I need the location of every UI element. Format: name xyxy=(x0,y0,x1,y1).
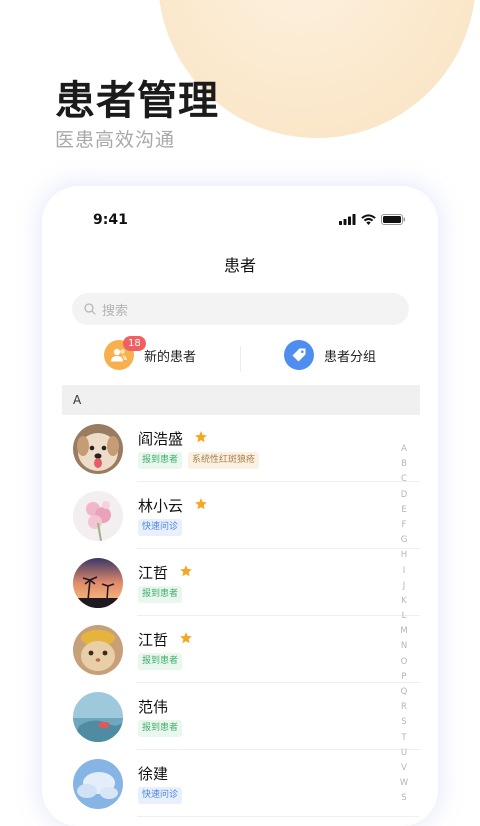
patient-list: 阎浩盛 报到患者 系统性红斑狼疮 林小云 快速问诊 江哲 报到患者 江哲 报到患… xyxy=(42,415,438,817)
star-icon[interactable] xyxy=(194,430,208,444)
index-letter[interactable]: C xyxy=(398,472,410,487)
battery-icon xyxy=(381,214,405,225)
patient-name: 阎浩盛 xyxy=(138,430,184,448)
avatar xyxy=(73,558,123,608)
new-patients-button[interactable]: 18 新的患者 xyxy=(104,336,197,370)
avatar xyxy=(73,692,123,742)
tag-label: 报到患者 xyxy=(138,452,183,469)
alphabet-index[interactable]: ABCDEFGHIJKLMNOPQRSTUVWS xyxy=(398,442,410,807)
index-letter[interactable]: S xyxy=(398,715,410,730)
index-letter[interactable]: K xyxy=(398,594,410,609)
hero-subtitle: 医患高效沟通 xyxy=(55,129,176,151)
avatar xyxy=(73,759,123,809)
index-letter[interactable]: G xyxy=(398,533,410,548)
patient-groups-label: 患者分组 xyxy=(324,349,377,365)
nav-title: 患者 xyxy=(223,256,256,275)
patient-groups-button[interactable]: 患者分组 xyxy=(284,340,376,370)
index-letter[interactable]: J xyxy=(398,579,410,594)
tag-label: 报到患者 xyxy=(138,720,183,737)
search-placeholder: 搜索 xyxy=(102,303,129,319)
avatar xyxy=(73,491,123,541)
patient-row[interactable]: 江哲 报到患者 xyxy=(42,616,438,683)
patient-name: 江哲 xyxy=(138,631,169,649)
tag-label: 系统性红斑狼疮 xyxy=(188,452,260,469)
tag-label: 快速问诊 xyxy=(138,787,183,804)
index-letter[interactable]: W xyxy=(398,776,410,791)
index-letter[interactable]: A xyxy=(398,442,410,457)
new-patients-label: 新的患者 xyxy=(144,349,197,365)
tag-label: 快速问诊 xyxy=(138,519,183,536)
avatar xyxy=(73,424,123,474)
index-letter[interactable]: N xyxy=(398,639,410,654)
status-time: 9:41 xyxy=(93,212,128,228)
patient-name: 林小云 xyxy=(138,497,184,515)
index-letter[interactable]: U xyxy=(398,746,410,761)
index-letter[interactable]: S xyxy=(398,791,410,806)
avatar xyxy=(73,625,123,675)
signal-icon xyxy=(339,214,356,225)
index-letter[interactable]: I xyxy=(398,564,410,579)
search-icon xyxy=(84,303,96,315)
status-bar: 9:41 xyxy=(42,186,438,246)
tag-label: 报到患者 xyxy=(138,653,183,670)
section-header-a: A xyxy=(62,385,420,415)
tag-label: 报到患者 xyxy=(138,586,183,603)
search-input[interactable]: 搜索 xyxy=(72,293,409,325)
index-letter[interactable]: V xyxy=(398,761,410,776)
patient-row[interactable]: 徐建 快速问诊 xyxy=(42,750,438,817)
index-letter[interactable]: T xyxy=(398,731,410,746)
quick-divider xyxy=(240,346,241,372)
index-letter[interactable]: P xyxy=(398,670,410,685)
index-letter[interactable]: Q xyxy=(398,685,410,700)
tag-icon xyxy=(284,340,314,370)
index-letter[interactable]: L xyxy=(398,609,410,624)
star-icon[interactable] xyxy=(194,497,208,511)
hero-title: 患者管理 xyxy=(55,78,219,124)
index-letter[interactable]: B xyxy=(398,457,410,472)
index-letter[interactable]: M xyxy=(398,624,410,639)
row-divider xyxy=(137,816,420,817)
star-icon[interactable] xyxy=(179,564,193,578)
index-letter[interactable]: R xyxy=(398,700,410,715)
index-letter[interactable]: H xyxy=(398,548,410,563)
index-letter[interactable]: O xyxy=(398,655,410,670)
star-icon[interactable] xyxy=(179,631,193,645)
index-letter[interactable]: E xyxy=(398,503,410,518)
patient-name: 范伟 xyxy=(138,698,169,716)
index-letter[interactable]: F xyxy=(398,518,410,533)
patient-row[interactable]: 林小云 快速问诊 xyxy=(42,482,438,549)
patient-row[interactable]: 范伟 报到患者 xyxy=(42,683,438,750)
new-patients-badge: 18 xyxy=(123,336,146,351)
wifi-icon xyxy=(361,214,376,225)
patient-name: 江哲 xyxy=(138,564,169,582)
status-icons xyxy=(339,214,406,225)
phone-mockup: 9:41 患者 搜索 18 新的患者 患者分组 A 阎浩盛 报到患者 系统性红斑… xyxy=(42,186,438,826)
users-icon: 18 xyxy=(104,336,146,370)
patient-row[interactable]: 江哲 报到患者 xyxy=(42,549,438,616)
patient-name: 徐建 xyxy=(138,765,169,783)
patient-row[interactable]: 阎浩盛 报到患者 系统性红斑狼疮 xyxy=(42,415,438,482)
index-letter[interactable]: D xyxy=(398,488,410,503)
